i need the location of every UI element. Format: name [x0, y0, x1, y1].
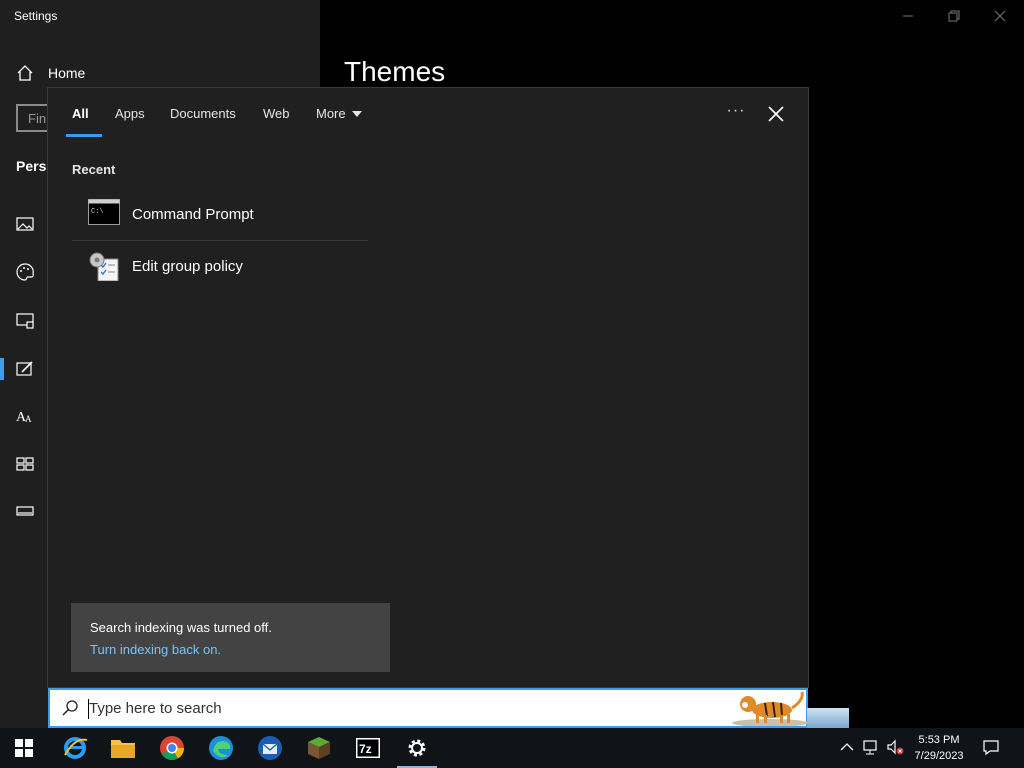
- taskbar-chrome[interactable]: [148, 728, 196, 768]
- minimize-icon[interactable]: [898, 6, 918, 26]
- taskbar-edge[interactable]: [197, 728, 245, 768]
- taskbar-search-box[interactable]: Type here to search: [48, 688, 808, 728]
- indexing-notice: Search indexing was turned off. Turn ind…: [71, 603, 390, 672]
- sidebar-active-indicator: [0, 358, 4, 380]
- start-layout-icon[interactable]: [15, 454, 35, 474]
- group-policy-icon: [89, 252, 119, 281]
- taskbar: 7z 5:53 PM 7/29/2023: [0, 728, 1024, 768]
- tab-apps[interactable]: Apps: [115, 106, 145, 121]
- taskbar-settings[interactable]: [393, 728, 441, 768]
- turn-indexing-on-link[interactable]: Turn indexing back on.: [90, 642, 390, 657]
- svg-text:C:\: C:\: [91, 208, 104, 216]
- settings-home-label: Home: [48, 65, 86, 81]
- taskbar-clock[interactable]: 5:53 PM 7/29/2023: [904, 732, 974, 764]
- home-icon: [17, 65, 33, 81]
- grass-block-icon: [308, 737, 330, 759]
- recent-heading: Recent: [72, 162, 116, 177]
- result-label: Command Prompt: [132, 205, 254, 223]
- search-highlight-tiger-icon[interactable]: [730, 688, 810, 726]
- edge-icon: [209, 736, 233, 760]
- svg-text:7z: 7z: [359, 742, 372, 756]
- taskbar-file-explorer[interactable]: [99, 728, 147, 768]
- notifications-icon[interactable]: [982, 738, 1000, 756]
- svg-text:A: A: [25, 414, 32, 424]
- settings-window-title: Settings: [14, 9, 58, 23]
- internet-explorer-icon: [64, 737, 88, 759]
- search-input[interactable]: Type here to search: [89, 700, 222, 717]
- tab-web[interactable]: Web: [263, 106, 290, 121]
- search-flyout: All Apps Documents Web More ··· Recent C…: [47, 87, 809, 688]
- caret-down-icon: [351, 110, 362, 117]
- taskbar-7zip[interactable]: 7z: [344, 728, 392, 768]
- volume-muted-icon[interactable]: [886, 738, 904, 756]
- tab-more[interactable]: More: [316, 106, 362, 121]
- start-button[interactable]: [0, 728, 48, 768]
- themes-icon[interactable]: [15, 359, 35, 379]
- selected-tab-indicator: [66, 134, 102, 137]
- clock-date: 7/29/2023: [914, 750, 964, 762]
- colors-palette-icon[interactable]: [15, 262, 35, 282]
- network-icon[interactable]: [862, 738, 880, 756]
- folder-icon: [111, 740, 135, 758]
- search-icon: [62, 700, 78, 716]
- fonts-icon[interactable]: AA: [15, 406, 35, 426]
- taskbar-settings-icon[interactable]: [15, 501, 35, 521]
- indexing-notice-message: Search indexing was turned off.: [90, 620, 272, 635]
- background-icon[interactable]: [15, 214, 35, 234]
- search-highlight-image: [807, 708, 849, 728]
- command-prompt-icon: C:\: [88, 199, 120, 225]
- thunderbird-icon: [258, 736, 282, 760]
- taskbar-internet-explorer[interactable]: [51, 728, 99, 768]
- taskbar-minecraft[interactable]: [295, 728, 343, 768]
- chrome-icon: [160, 736, 184, 761]
- result-label: Edit group policy: [132, 257, 243, 275]
- tab-all[interactable]: All: [72, 106, 89, 121]
- tab-documents[interactable]: Documents: [170, 106, 236, 121]
- clock-time: 5:53 PM: [918, 734, 960, 746]
- result-edit-group-policy[interactable]: Edit group policy: [72, 241, 368, 291]
- close-icon[interactable]: [764, 102, 788, 126]
- result-command-prompt[interactable]: C:\ Command Prompt: [72, 189, 368, 239]
- lock-screen-icon[interactable]: [15, 311, 35, 331]
- settings-home-link[interactable]: Home: [16, 62, 85, 84]
- window-close-icon[interactable]: [990, 6, 1010, 26]
- more-options-icon[interactable]: ···: [724, 102, 748, 124]
- 7zip-icon: 7z: [356, 738, 380, 758]
- restore-icon[interactable]: [944, 6, 964, 26]
- windows-logo-icon: [15, 739, 33, 757]
- taskbar-thunderbird[interactable]: [246, 728, 294, 768]
- tab-more-label: More: [316, 106, 346, 121]
- gear-icon: [408, 739, 426, 757]
- page-title: Themes: [344, 56, 446, 87]
- chevron-up-icon[interactable]: [838, 738, 856, 756]
